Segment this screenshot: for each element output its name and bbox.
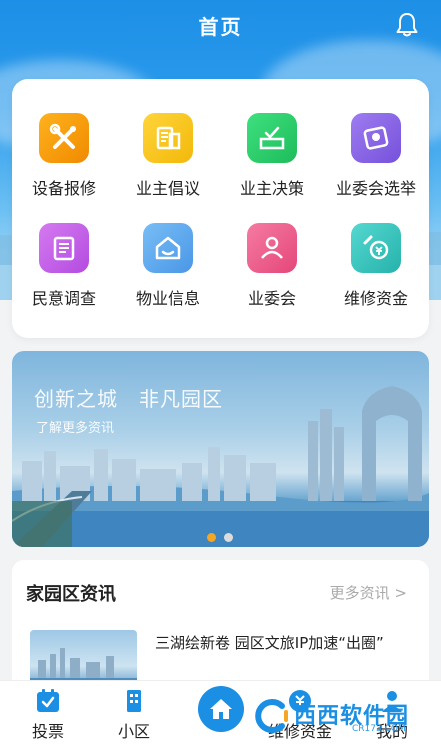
grid-item-label: 业主倡议 — [135, 179, 200, 198]
tab-label: 投票 — [31, 722, 64, 741]
tab-me[interactable]: 我的 — [352, 681, 432, 745]
promo-banner[interactable]: 创新之城 非凡园区 了解更多资讯 — [12, 351, 429, 547]
grid-item-committee-election[interactable]: 业委会选举 — [324, 103, 428, 203]
tab-label: 我的 — [375, 722, 408, 741]
tab-label: 维修资金 — [267, 722, 332, 741]
survey-clipboard-icon — [39, 223, 89, 273]
pagination-dot-active[interactable] — [207, 533, 216, 542]
news-section: 家园区资讯 更多资讯 > 三湖绘新卷 园区文旅IP加速“出圈” — [12, 560, 429, 700]
pagination-dot[interactable] — [224, 533, 233, 542]
grid-item-label: 维修资金 — [343, 289, 408, 308]
grid-item-public-survey[interactable]: 民意调查 — [12, 213, 116, 313]
grid-item-label: 业委会 — [247, 289, 296, 308]
page-title: 首页 — [198, 14, 243, 39]
news-heading: 家园区资讯 — [26, 584, 116, 605]
top-bar: 首页 — [0, 0, 441, 50]
banner-slogan: 创新之城 非凡园区 — [34, 387, 223, 411]
tab-home[interactable] — [198, 686, 244, 732]
tab-label: 小区 — [117, 722, 150, 741]
banner-learn-more[interactable]: 了解更多资讯 — [36, 417, 114, 436]
grid-item-repair-fund[interactable]: 维修资金 — [324, 213, 428, 313]
wrench-screwdriver-icon — [39, 113, 89, 163]
news-title: 三湖绘新卷 园区文旅IP加速“出圈” — [155, 634, 384, 652]
grid-item-label: 业委会选举 — [335, 179, 416, 198]
grid-item-property-info[interactable]: 物业信息 — [116, 213, 220, 313]
bell-icon[interactable] — [395, 12, 419, 38]
grid-item-label: 民意调查 — [31, 289, 96, 308]
building-icon — [127, 690, 141, 712]
fund-icon — [289, 690, 311, 712]
committee-people-icon — [247, 223, 297, 273]
grid-item-owner-initiative[interactable]: 业主倡议 — [116, 103, 220, 203]
tab-vote[interactable]: 投票 — [8, 681, 88, 745]
home-icon — [210, 699, 232, 719]
grid-item-owner-decision[interactable]: 业主决策 — [220, 103, 324, 203]
tab-repair-fund[interactable]: 维修资金 — [260, 681, 340, 745]
grid-item-equipment-repair[interactable]: 设备报修 — [12, 103, 116, 203]
function-grid: 设备报修 业主倡议 业主决策 业委会选举 民意调查 物业信息 业委会 维修资金 — [12, 79, 429, 338]
vote-box-icon — [37, 689, 59, 712]
grid-item-label: 物业信息 — [135, 289, 200, 308]
property-house-icon — [143, 223, 193, 273]
ballot-box-icon — [247, 113, 297, 163]
grid-item-label: 业主决策 — [239, 179, 304, 198]
election-ballot-icon — [351, 113, 401, 163]
user-icon — [382, 691, 402, 712]
grid-item-owners-committee[interactable]: 业委会 — [220, 213, 324, 313]
repair-fund-icon — [351, 223, 401, 273]
banner-pagination — [207, 533, 233, 542]
news-more-link[interactable]: 更多资讯 > — [330, 582, 407, 603]
grid-item-label: 设备报修 — [31, 179, 96, 198]
tab-community[interactable]: 小区 — [94, 681, 174, 745]
function-grid-card: 设备报修 业主倡议 业主决策 业委会选举 民意调查 物业信息 业委会 维修资金 — [12, 79, 429, 338]
document-building-icon — [143, 113, 193, 163]
city-banner-image — [12, 386, 429, 547]
